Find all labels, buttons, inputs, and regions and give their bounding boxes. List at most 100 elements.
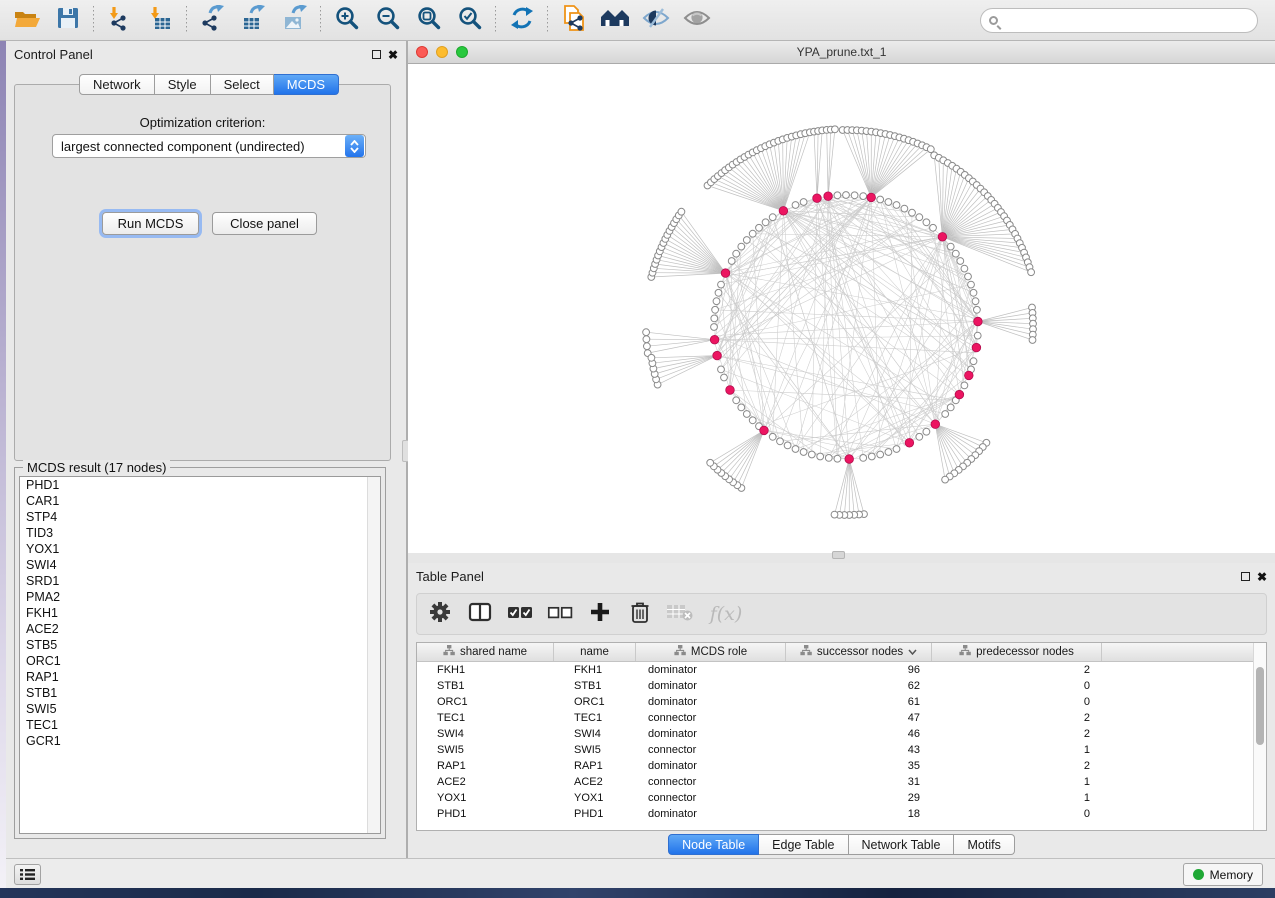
table-cell: 2 bbox=[932, 710, 1102, 726]
show-hidden-button[interactable] bbox=[676, 2, 717, 38]
select-all-button[interactable] bbox=[507, 601, 533, 627]
zoom-selected-button[interactable] bbox=[449, 2, 490, 38]
network-graph[interactable] bbox=[408, 64, 1273, 553]
zoom-in-button[interactable] bbox=[326, 2, 367, 38]
table-scrollbar[interactable] bbox=[1253, 643, 1266, 830]
table-scrollbar-thumb[interactable] bbox=[1256, 667, 1264, 745]
task-history-button[interactable] bbox=[14, 864, 41, 885]
mcds-result-item[interactable]: STP4 bbox=[20, 509, 380, 525]
column-header-MCDS-role[interactable]: MCDS role bbox=[636, 643, 786, 661]
hide-selected-button[interactable] bbox=[635, 2, 676, 38]
table-cell: dominator bbox=[636, 678, 786, 694]
table-cell: YOX1 bbox=[554, 790, 636, 806]
show-columns-button[interactable] bbox=[467, 601, 493, 627]
mcds-result-item[interactable]: TID3 bbox=[20, 525, 380, 541]
memory-button[interactable]: Memory bbox=[1183, 863, 1263, 886]
close-icon[interactable]: ✖ bbox=[388, 50, 398, 60]
import-table-button[interactable] bbox=[140, 2, 181, 38]
table-row[interactable]: STB1STB1dominator620 bbox=[417, 678, 1266, 694]
column-header-shared-name[interactable]: shared name bbox=[417, 643, 554, 661]
table-row[interactable]: ORC1ORC1dominator610 bbox=[417, 694, 1266, 710]
mcds-result-item[interactable]: CAR1 bbox=[20, 493, 380, 509]
tab-node-table[interactable]: Node Table bbox=[668, 834, 759, 855]
mcds-result-item[interactable]: ACE2 bbox=[20, 621, 380, 637]
apply-layout-button[interactable] bbox=[501, 2, 542, 38]
table-row[interactable]: SWI5SWI5connector431 bbox=[417, 742, 1266, 758]
control-panel-tabs: NetworkStyleSelectMCDS bbox=[79, 74, 339, 95]
mcds-result-item[interactable]: SWI5 bbox=[20, 701, 380, 717]
column-label: predecessor nodes bbox=[976, 646, 1074, 658]
first-neighbors-button[interactable] bbox=[594, 2, 635, 38]
search-box[interactable] bbox=[980, 8, 1258, 33]
table-settings-button[interactable] bbox=[427, 601, 453, 627]
tab-style[interactable]: Style bbox=[155, 74, 211, 95]
mcds-result-item[interactable]: FKH1 bbox=[20, 605, 380, 621]
mcds-result-list[interactable]: PHD1CAR1STP4TID3YOX1SWI4SRD1PMA2FKH1ACE2… bbox=[19, 476, 381, 834]
new-network-from-selection-button[interactable] bbox=[553, 2, 594, 38]
refresh-icon bbox=[509, 5, 535, 36]
table-cell: 0 bbox=[932, 678, 1102, 694]
table-cell: 96 bbox=[786, 662, 932, 678]
mcds-result-item[interactable]: RAP1 bbox=[20, 669, 380, 685]
desktop-wallpaper-bottom bbox=[0, 888, 1275, 898]
tab-select[interactable]: Select bbox=[211, 74, 274, 95]
table-row[interactable]: PHD1PHD1dominator180 bbox=[417, 806, 1266, 822]
column-header-name[interactable]: name bbox=[554, 643, 636, 661]
add-row-button[interactable] bbox=[587, 601, 613, 627]
mcds-result-item[interactable]: YOX1 bbox=[20, 541, 380, 557]
table-row[interactable]: FKH1FKH1dominator962 bbox=[417, 662, 1266, 678]
tab-network[interactable]: Network bbox=[79, 74, 155, 95]
table-row[interactable]: YOX1YOX1connector291 bbox=[417, 790, 1266, 806]
network-canvas[interactable] bbox=[408, 64, 1275, 553]
mcds-result-item[interactable]: SWI4 bbox=[20, 557, 380, 573]
run-mcds-button[interactable]: Run MCDS bbox=[102, 212, 199, 235]
table-cell: YOX1 bbox=[417, 790, 554, 806]
column-label: shared name bbox=[460, 646, 527, 658]
table-row[interactable]: ACE2ACE2connector311 bbox=[417, 774, 1266, 790]
node-table-header: shared name nameMCDS rolesuccessor nodes p… bbox=[417, 643, 1266, 662]
export-network-button[interactable] bbox=[192, 2, 233, 38]
table-cell: SWI5 bbox=[417, 742, 554, 758]
table-cell: ACE2 bbox=[554, 774, 636, 790]
delete-row-button[interactable] bbox=[627, 601, 653, 627]
save-session-button[interactable] bbox=[47, 2, 88, 38]
mcds-result-item[interactable]: PMA2 bbox=[20, 589, 380, 605]
export-image-button[interactable] bbox=[274, 2, 315, 38]
table-row[interactable]: SWI4SWI4dominator462 bbox=[417, 726, 1266, 742]
mcds-result-item[interactable]: ORC1 bbox=[20, 653, 380, 669]
float-window-icon[interactable] bbox=[372, 50, 381, 59]
network-window-title: YPA_prune.txt_1 bbox=[408, 45, 1275, 59]
mcds-result-item[interactable]: SRD1 bbox=[20, 573, 380, 589]
mcds-list-scrollbar[interactable] bbox=[367, 477, 380, 833]
float-window-icon[interactable] bbox=[1241, 572, 1250, 581]
column-header-predecessor-nodes[interactable]: predecessor nodes bbox=[932, 643, 1102, 661]
mcds-result-item[interactable]: STB1 bbox=[20, 685, 380, 701]
export-table-button[interactable] bbox=[233, 2, 274, 38]
mcds-result-item[interactable]: PHD1 bbox=[20, 477, 380, 493]
table-row[interactable]: TEC1TEC1connector472 bbox=[417, 710, 1266, 726]
mcds-result-item[interactable]: TEC1 bbox=[20, 717, 380, 733]
table-cell: 2 bbox=[932, 726, 1102, 742]
column-header-successor-nodes[interactable]: successor nodes bbox=[786, 643, 932, 661]
mcds-result-item[interactable]: GCR1 bbox=[20, 733, 380, 749]
tab-network-table[interactable]: Network Table bbox=[849, 834, 955, 855]
close-icon[interactable]: ✖ bbox=[1257, 572, 1267, 582]
houses-icon bbox=[600, 6, 630, 35]
deselect-all-button[interactable] bbox=[547, 601, 573, 627]
zoom-out-button[interactable] bbox=[367, 2, 408, 38]
table-cell: PHD1 bbox=[417, 806, 554, 822]
tab-mcds[interactable]: MCDS bbox=[274, 74, 339, 95]
horizontal-splitter-grip[interactable] bbox=[832, 551, 845, 559]
import-network-button[interactable] bbox=[99, 2, 140, 38]
optimization-criterion-select[interactable]: largest connected component (undirected) bbox=[52, 134, 366, 158]
open-session-button[interactable] bbox=[6, 2, 47, 38]
search-input[interactable] bbox=[1004, 11, 1257, 31]
zoom-fit-button[interactable] bbox=[408, 2, 449, 38]
table-row[interactable]: RAP1RAP1dominator352 bbox=[417, 758, 1266, 774]
tab-motifs[interactable]: Motifs bbox=[954, 834, 1014, 855]
tab-edge-table[interactable]: Edge Table bbox=[759, 834, 848, 855]
mcds-result-item[interactable]: STB5 bbox=[20, 637, 380, 653]
network-window-titlebar[interactable]: YPA_prune.txt_1 bbox=[408, 41, 1275, 64]
zoom-in-icon bbox=[334, 5, 360, 36]
close-panel-button[interactable]: Close panel bbox=[212, 212, 317, 235]
